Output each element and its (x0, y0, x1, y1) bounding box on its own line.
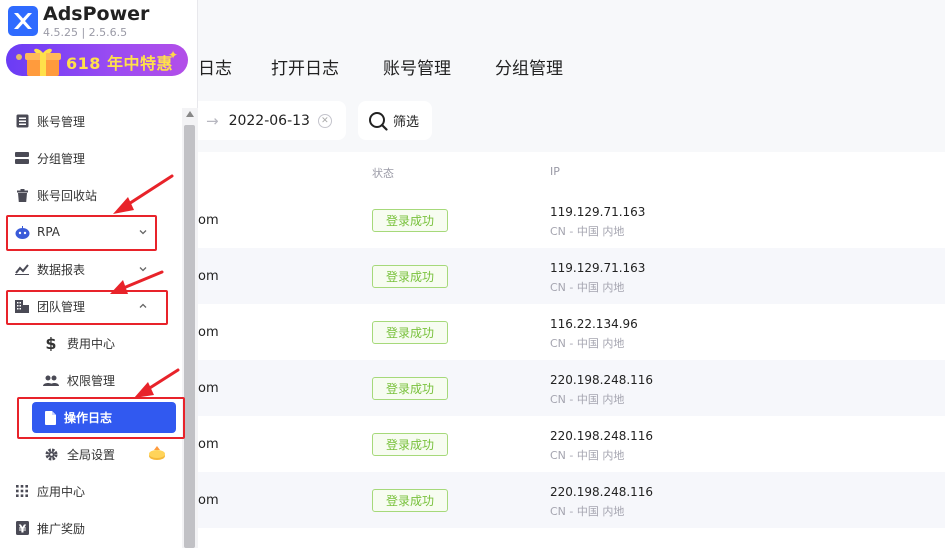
table-row: om 登录成功 220.198.248.116 CN - 中国 内地 (198, 472, 945, 528)
arrow-right-icon: → (206, 111, 219, 130)
account-list-icon (14, 113, 30, 129)
status-badge: 登录成功 (372, 321, 448, 344)
grid-icon (14, 483, 30, 499)
ip-address: 220.198.248.116 (550, 485, 654, 499)
sidebar-item-billing-center[interactable]: $ 费用中心 (0, 325, 182, 361)
table-row: om 登录成功 119.129.71.163 CN - 中国 内地 (198, 248, 945, 304)
sidebar-item-label: 分组管理 (37, 151, 86, 166)
app-version: 4.5.25 | 2.5.6.5 (43, 26, 128, 39)
gear-icon (43, 446, 59, 462)
ip-address: 220.198.248.116 (550, 429, 654, 443)
ip-location: CN - 中国 内地 (550, 505, 625, 518)
sidebar-item-recycle-bin[interactable]: 账号回收站 (0, 177, 182, 213)
sidebar-item-permission-management[interactable]: 权限管理 (0, 362, 182, 398)
status-badge: 登录成功 (372, 209, 448, 232)
ip-address: 119.129.71.163 (550, 261, 646, 275)
end-date: 2022-06-13 (228, 112, 310, 129)
svg-text:¥: ¥ (18, 523, 26, 536)
trash-icon (14, 187, 30, 203)
coin-badge-icon (149, 446, 165, 460)
filter-label: 筛选 (393, 115, 420, 130)
sidebar: AdsPower 4.5.25 | 2.5.6.5 618 年中特惠 ✦ 账号管… (0, 0, 198, 548)
ip-address: 119.129.71.163 (550, 205, 646, 219)
tab-open-log[interactable]: 打开日志 (271, 54, 339, 79)
annotation-box-operation-log (17, 397, 185, 439)
chevron-down-icon (139, 267, 147, 272)
account-email: om (198, 213, 219, 228)
date-range-picker[interactable]: → 2022-06-13 ✕ (198, 101, 346, 140)
filter-button[interactable]: 筛选 (358, 101, 432, 140)
sidebar-item-app-center[interactable]: 应用中心 (0, 473, 182, 509)
ip-location: CN - 中国 内地 (550, 281, 625, 294)
sidebar-item-label: 应用中心 (37, 484, 86, 499)
yen-icon: ¥ (14, 520, 30, 536)
account-email: om (198, 493, 219, 508)
sidebar-scrollbar[interactable] (182, 108, 198, 548)
promo-banner[interactable]: 618 年中特惠 ✦ (6, 44, 188, 76)
account-email: om (198, 381, 219, 396)
annotation-box-rpa (6, 215, 157, 251)
table-row: om 登录成功 220.198.248.116 CN - 中国 内地 (198, 416, 945, 472)
status-badge: 登录成功 (372, 489, 448, 512)
status-badge: 登录成功 (372, 265, 448, 288)
sparkle-icon: ✦ (167, 48, 178, 62)
sidebar-item-label: 权限管理 (67, 373, 116, 388)
scroll-up-arrow-icon[interactable] (186, 111, 194, 117)
sidebar-item-account-management[interactable]: 账号管理 (0, 103, 182, 139)
ip-location: CN - 中国 内地 (550, 337, 625, 350)
tab-log[interactable]: 日志 (198, 54, 232, 79)
ip-location: CN - 中国 内地 (550, 393, 625, 406)
chart-icon (14, 261, 30, 277)
sidebar-item-label: 全局设置 (67, 447, 116, 462)
app-name: AdsPower (43, 3, 150, 25)
table-row: om 登录成功 119.129.71.163 CN - 中国 内地 (198, 192, 945, 248)
sidebar-item-label: 数据报表 (37, 262, 86, 277)
status-badge: 登录成功 (372, 377, 448, 400)
sidebar-item-data-report[interactable]: 数据报表 (0, 251, 182, 287)
table-row: om 登录成功 220.198.248.116 CN - 中国 内地 (198, 360, 945, 416)
brand: AdsPower 4.5.25 | 2.5.6.5 (8, 4, 149, 39)
search-icon (368, 111, 388, 131)
ip-location: CN - 中国 内地 (550, 225, 625, 238)
tab-group-management[interactable]: 分组管理 (495, 54, 563, 79)
account-email: om (198, 437, 219, 452)
sidebar-item-group-management[interactable]: 分组管理 (0, 140, 182, 176)
ip-address: 220.198.248.116 (550, 373, 654, 387)
account-email: om (198, 325, 219, 340)
scrollbar-thumb[interactable] (184, 125, 195, 548)
group-icon (14, 150, 30, 166)
column-header-ip: IP (550, 165, 560, 178)
svg-text:$: $ (45, 335, 56, 351)
sidebar-item-label: 账号回收站 (37, 188, 98, 203)
adspower-logo-icon (8, 6, 38, 36)
promo-text: 618 年中特惠 (66, 54, 173, 73)
users-icon (43, 372, 59, 388)
gift-icon (25, 48, 61, 76)
ip-location: CN - 中国 内地 (550, 449, 625, 462)
sidebar-item-referral-rewards[interactable]: ¥ 推广奖励 (0, 510, 182, 546)
sidebar-item-global-settings[interactable]: 全局设置 (0, 436, 182, 472)
table-row: om 登录成功 116.22.134.96 CN - 中国 内地 (198, 304, 945, 360)
clear-icon[interactable]: ✕ (317, 113, 332, 128)
ip-address: 116.22.134.96 (550, 317, 638, 331)
column-header-status: 状态 (372, 167, 394, 180)
account-email: om (198, 269, 219, 284)
annotation-box-team-management (6, 290, 168, 325)
status-badge: 登录成功 (372, 433, 448, 456)
sidebar-item-label: 账号管理 (37, 114, 86, 129)
tab-account-management[interactable]: 账号管理 (383, 54, 451, 79)
sidebar-item-label: 推广奖励 (37, 521, 86, 536)
sidebar-item-label: 费用中心 (67, 336, 116, 351)
dollar-icon: $ (43, 335, 59, 351)
log-table: 状态 IP om 登录成功 119.129.71.163 CN - 中国 内地 … (198, 152, 945, 548)
